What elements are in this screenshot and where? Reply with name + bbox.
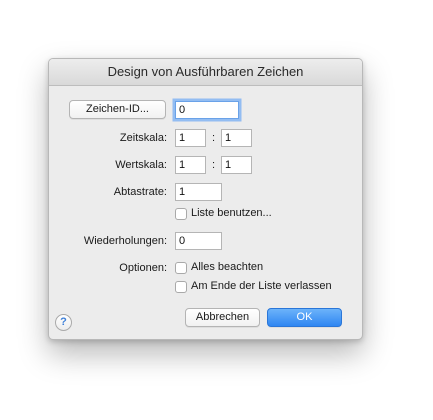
value-scale-input-2[interactable]: 1: [221, 156, 252, 174]
sample-rate-label: Abtastrate:: [113, 186, 167, 198]
question-mark-icon: ?: [60, 316, 67, 328]
ok-button[interactable]: OK: [267, 308, 342, 327]
design-dialog: Design von Ausführbaren Zeichen Zeichen-…: [48, 58, 363, 340]
observe-all-checkbox[interactable]: [175, 262, 187, 274]
character-id-button[interactable]: Zeichen-ID...: [69, 100, 166, 119]
dialog-title: Design von Ausführbaren Zeichen: [49, 59, 362, 86]
help-button[interactable]: ?: [55, 314, 72, 331]
value-scale-separator: :: [212, 159, 216, 171]
value-scale-input-1[interactable]: 1: [175, 156, 206, 174]
time-scale-separator: :: [212, 132, 216, 144]
time-scale-input-2[interactable]: 1: [221, 129, 252, 147]
use-list-checkbox[interactable]: [175, 208, 187, 220]
value-scale-label: Wertskala:: [115, 159, 167, 171]
time-scale-label: Zeitskala:: [119, 132, 167, 144]
time-scale-input-1[interactable]: 1: [175, 129, 206, 147]
exit-at-list-end-label: Am Ende der Liste verlassen: [191, 280, 332, 292]
cancel-button[interactable]: Abbrechen: [185, 308, 260, 327]
sample-rate-input[interactable]: 1: [175, 183, 222, 201]
character-id-input[interactable]: 0: [175, 101, 239, 119]
repetitions-label: Wiederholungen:: [83, 235, 167, 247]
repetitions-input[interactable]: 0: [175, 232, 222, 250]
use-list-label: Liste benutzen...: [191, 207, 272, 219]
observe-all-label: Alles beachten: [191, 261, 264, 273]
options-label: Optionen:: [119, 262, 167, 274]
exit-at-list-end-checkbox[interactable]: [175, 281, 187, 293]
